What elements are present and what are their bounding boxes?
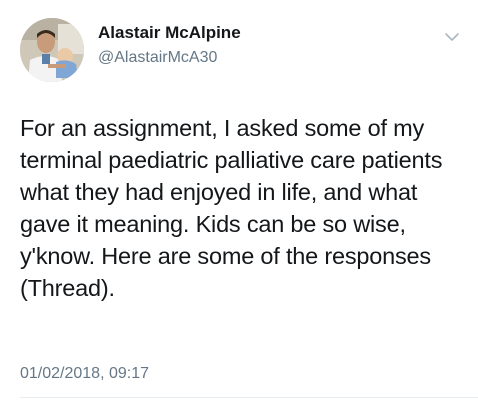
chevron-down-icon <box>445 33 459 41</box>
tweet-menu-button[interactable] <box>444 30 460 42</box>
author-handle[interactable]: @AlastairMcA30 <box>98 47 241 69</box>
avatar[interactable] <box>20 18 84 82</box>
tweet-header: Alastair McAlpine @AlastairMcA30 <box>20 18 466 82</box>
author-display-name[interactable]: Alastair McAlpine <box>98 22 241 44</box>
tweet-text: For an assignment, I asked some of my te… <box>20 115 449 301</box>
tweet-card: Alastair McAlpine @AlastairMcA30 For an … <box>0 0 478 400</box>
tweet-timestamp[interactable]: 01/02/2018, 09:17 <box>20 364 149 384</box>
author-names: Alastair McAlpine @AlastairMcA30 <box>98 22 241 69</box>
profile-photo-icon <box>20 18 84 82</box>
divider <box>20 397 478 398</box>
